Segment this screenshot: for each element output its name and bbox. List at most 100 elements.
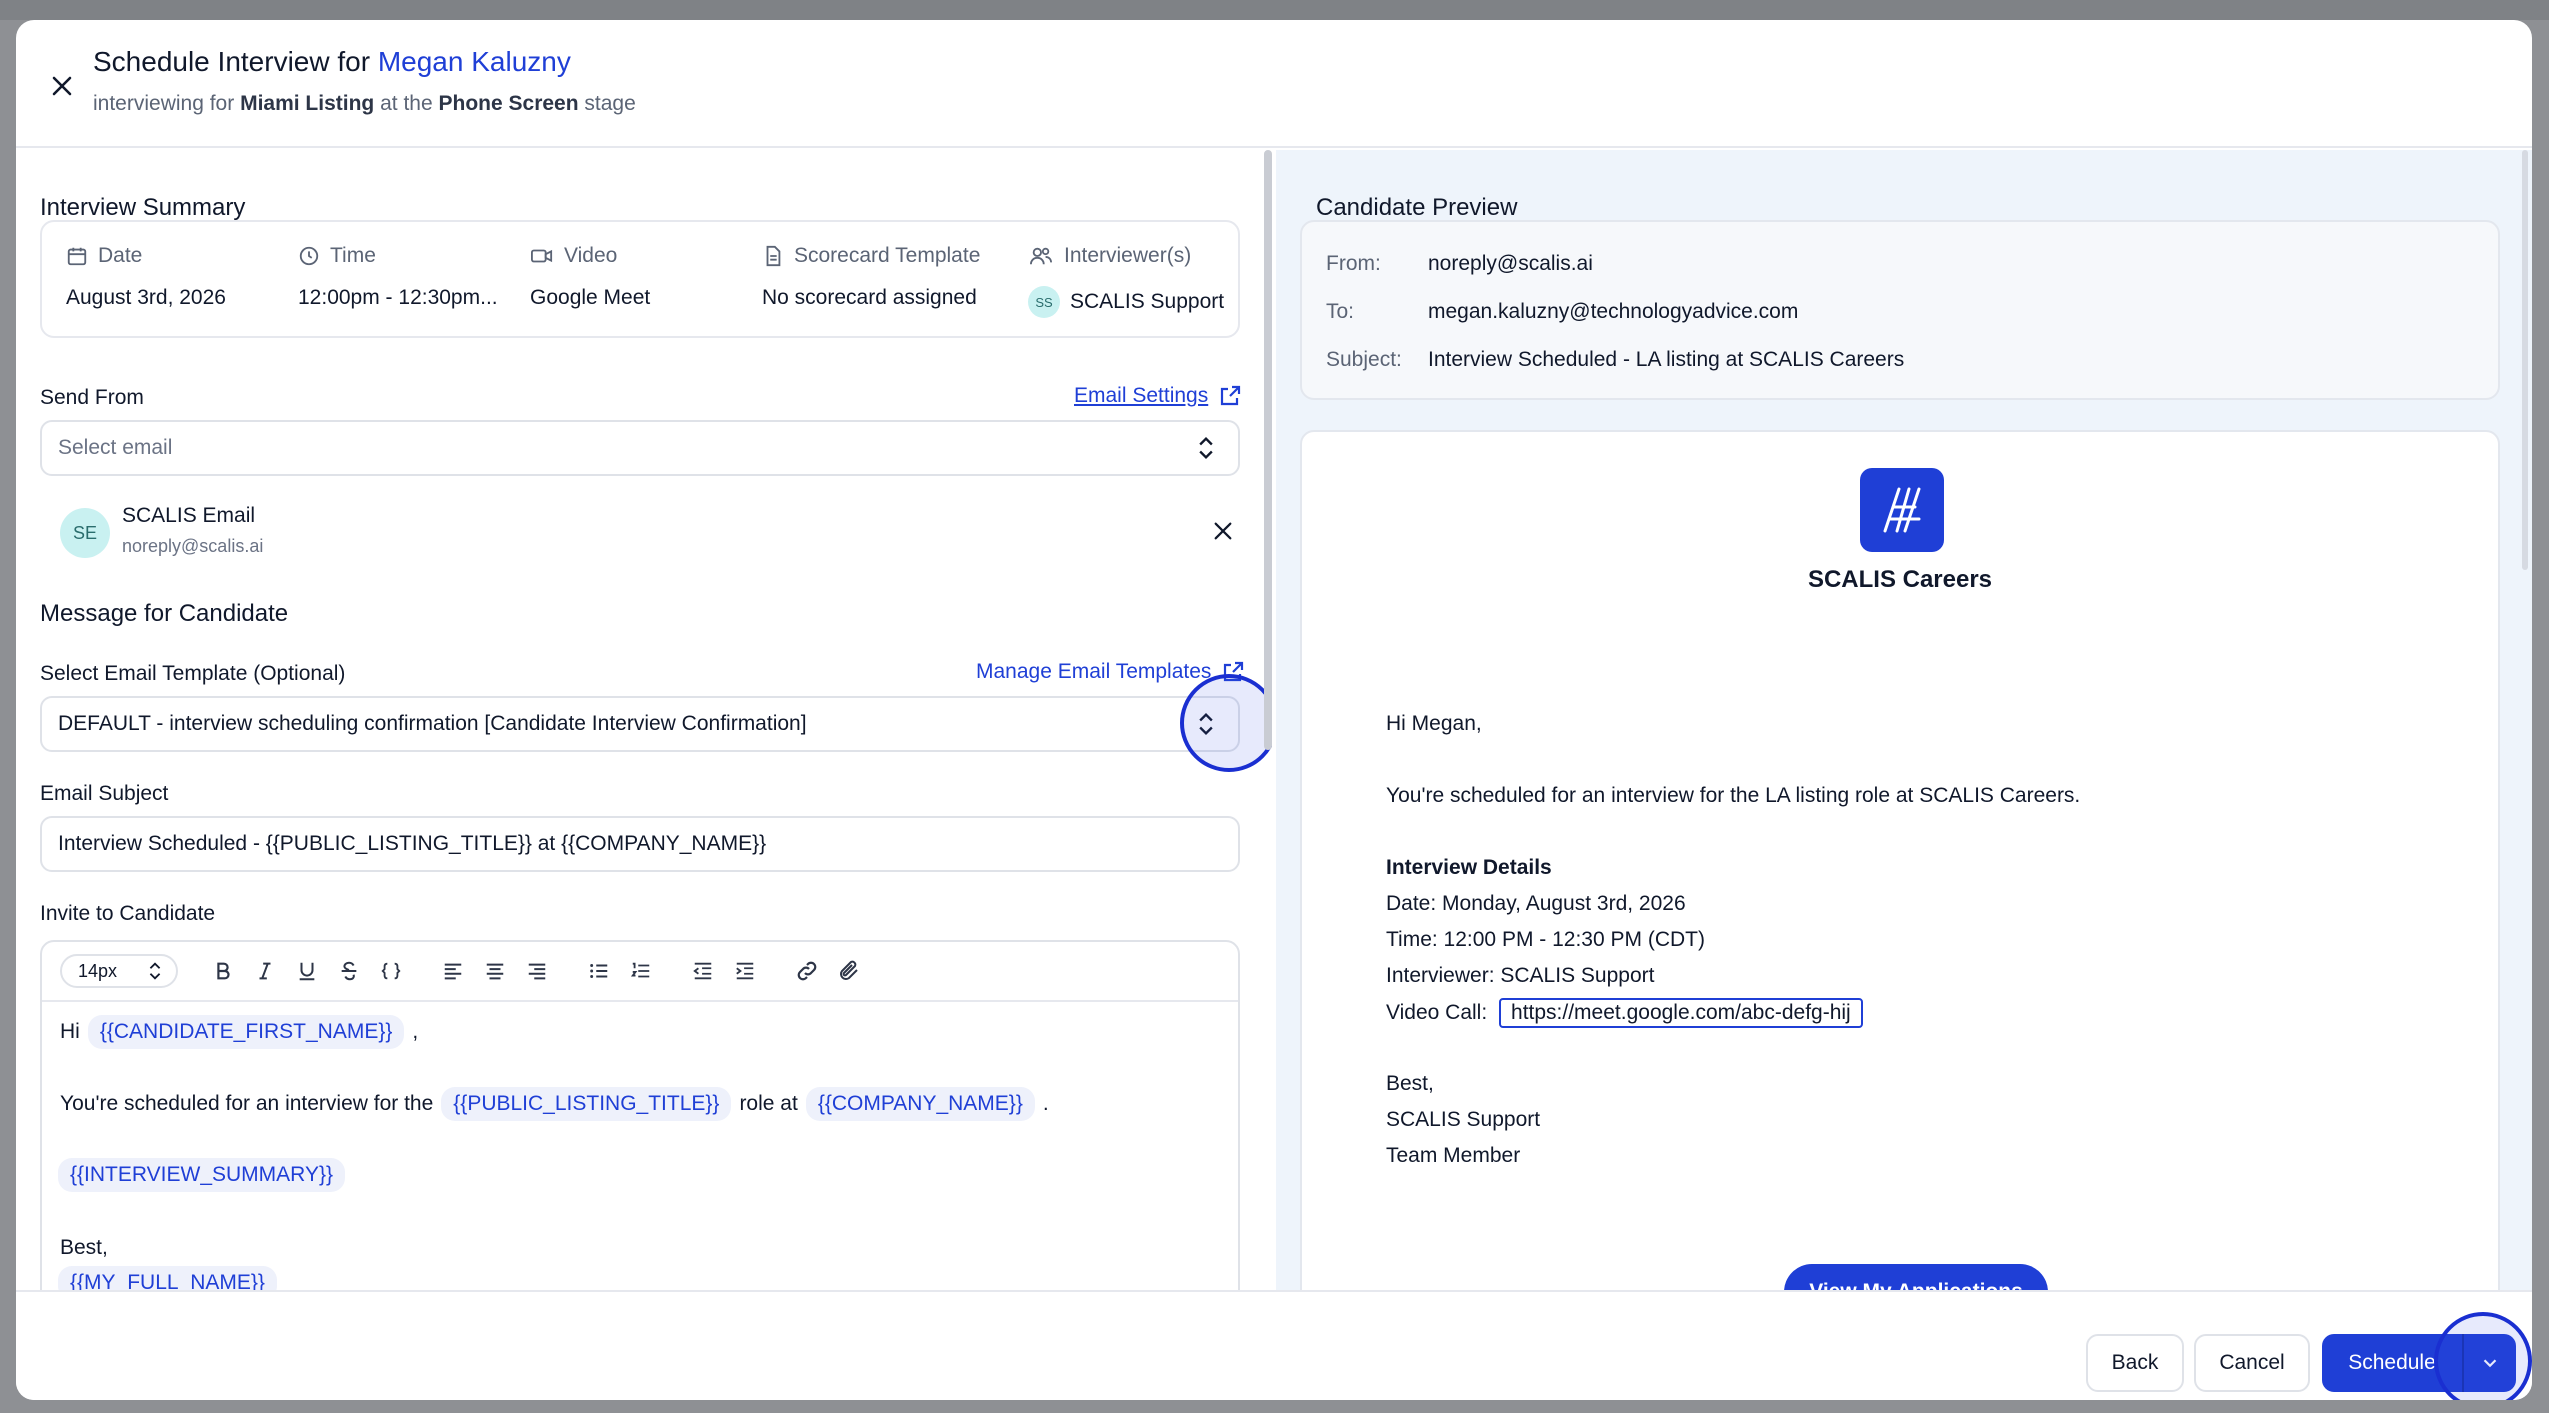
editor-text: Best, [60,1236,108,1259]
summary-time: Time 12:00pm - 12:30pm... [298,244,498,310]
right-scrollbar[interactable] [2522,150,2528,570]
template-token: {{INTERVIEW_SUMMARY}} [58,1158,345,1192]
details-time: Time: 12:00 PM - 12:30 PM (CDT) [1386,928,1705,951]
attach-button[interactable] [832,954,866,988]
from-label: From: [1326,252,1381,275]
subtitle-mid: at the [380,92,433,115]
interview-summary-card: Date August 3rd, 2026 Time 12:00pm - 12:… [40,220,1240,338]
send-from-select[interactable]: Select email [40,420,1240,476]
details-date: Date: Monday, August 3rd, 2026 [1386,892,1686,915]
left-scrollbar[interactable] [1264,150,1272,750]
email-greeting: Hi Megan, [1386,712,1482,735]
email-settings-text: Email Settings [1074,384,1209,407]
subject-value: Interview Scheduled - LA listing at SCAL… [1428,348,1905,371]
email-template-select[interactable]: DEFAULT - interview scheduling confirmat… [40,696,1240,752]
chevron-up-down-icon [1199,437,1213,459]
video-call-label: Video Call: [1386,1001,1488,1024]
users-icon [1030,247,1052,265]
template-token: {{MY_FULL_NAME}} [58,1266,277,1290]
interviewer-item: SS SCALIS Support [1028,286,1224,318]
send-from-placeholder: Select email [58,436,173,459]
video-call-link[interactable]: https://meet.google.com/abc-defg-hij [1499,998,1863,1028]
summary-scorecard: Scorecard Template No scorecard assigned [762,244,980,310]
code-button[interactable] [374,954,408,988]
selected-sender: SE SCALIS Email noreply@scalis.ai [40,500,1260,568]
email-intro: You're scheduled for an interview for th… [1386,784,2081,807]
close-icon [1214,522,1232,540]
time-label: Time [330,244,376,267]
summary-date: Date August 3rd, 2026 [66,244,226,310]
details-video: Video Call: https://meet.google.com/abc-… [1386,998,1863,1028]
schedule-options-button[interactable] [2464,1334,2516,1392]
company-name: SCALIS Careers [1807,566,1993,593]
editor-text: role at [739,1092,798,1115]
schedule-button[interactable]: Schedule [2322,1334,2462,1392]
numbered-list-button[interactable] [624,954,658,988]
close-icon [52,76,72,96]
manage-templates-link[interactable]: Manage Email Templates [976,660,1245,684]
cancel-button[interactable]: Cancel [2194,1334,2310,1392]
candidate-preview-heading: Candidate Preview [1316,194,1518,221]
video-value: Google Meet [530,286,651,309]
details-heading: Interview Details [1386,856,1552,880]
editor-text: , [412,1020,419,1043]
bold-button[interactable] [206,954,240,988]
indent-button[interactable] [728,954,762,988]
italic-icon [259,962,271,980]
send-from-label: Send From [40,386,144,409]
signature-best: Best, [1386,1072,1434,1095]
back-button[interactable]: Back [2086,1334,2184,1392]
numbered-list-icon [630,962,650,978]
signature-role: Team Member [1386,1144,1521,1167]
align-right-button[interactable] [520,954,554,988]
modal-footer: Back Cancel Schedule [16,1290,2532,1400]
listing-name: Miami Listing [240,92,375,115]
modal-header: Schedule Interview for Megan Kaluzny int… [16,20,2532,148]
external-link-icon [1224,661,1244,682]
email-settings-link[interactable]: Email Settings [1074,384,1242,408]
view-applications-button[interactable]: View My Applications [1784,1264,2048,1290]
summary-interviewers: Interviewer(s) SS SCALIS Support [1028,244,1224,318]
calendar-icon [67,247,87,266]
invite-label: Invite to Candidate [40,902,216,925]
subject-value: Interview Scheduled - {{PUBLIC_LISTING_T… [58,832,767,855]
scorecard-label: Scorecard Template [794,244,981,267]
underline-button[interactable] [290,954,324,988]
insert-link-button[interactable] [790,954,824,988]
close-modal-button[interactable] [42,66,82,106]
modal-subtitle: interviewing for Miami Listing at the Ph… [93,92,636,116]
remove-sender-button[interactable] [1206,514,1240,548]
candidate-name-link[interactable]: Megan Kaluzny [378,46,571,77]
interview-summary-heading: Interview Summary [40,194,246,221]
message-heading: Message for Candidate [40,600,289,627]
bullet-list-button[interactable] [582,954,616,988]
interview-form-panel: Interview Summary Date August 3rd, 2026 … [16,150,1272,1290]
align-left-icon [444,963,462,980]
sender-name: SCALIS Email [122,504,256,527]
manage-templates-text: Manage Email Templates [976,660,1212,683]
strikethrough-button[interactable] [332,954,366,988]
email-subject-input[interactable]: Interview Scheduled - {{PUBLIC_LISTING_T… [40,816,1240,872]
editor-text: Hi [60,1020,80,1043]
align-left-button[interactable] [436,954,470,988]
editor-line: Hi {{CANDIDATE_FIRST_NAME}} , [60,1014,418,1050]
italic-button[interactable] [248,954,282,988]
editor-text: You're scheduled for an interview for th… [60,1092,434,1115]
braces-icon [381,962,401,980]
video-label: Video [564,244,618,267]
invite-editor: 14px Hi {{CANDIDATE_FIRST_NAME}} , You'r… [40,940,1240,1290]
template-token: {{PUBLIC_LISTING_TITLE}} [441,1087,732,1121]
paperclip-icon [840,960,858,980]
video-camera-icon [531,249,553,263]
editor-line: Best, [60,1230,108,1266]
bold-icon [217,962,230,980]
editor-line: {{MY_FULL_NAME}} [58,1266,277,1290]
meta-from: From: noreply@scalis.ai [1326,252,1593,276]
subtitle-post: stage [584,92,636,115]
outdent-button[interactable] [686,954,720,988]
editor-line: {{INTERVIEW_SUMMARY}} [58,1158,345,1192]
font-size-select[interactable]: 14px [60,954,178,988]
subject-label: Email Subject [40,782,169,805]
clock-icon [299,246,319,266]
align-center-button[interactable] [478,954,512,988]
